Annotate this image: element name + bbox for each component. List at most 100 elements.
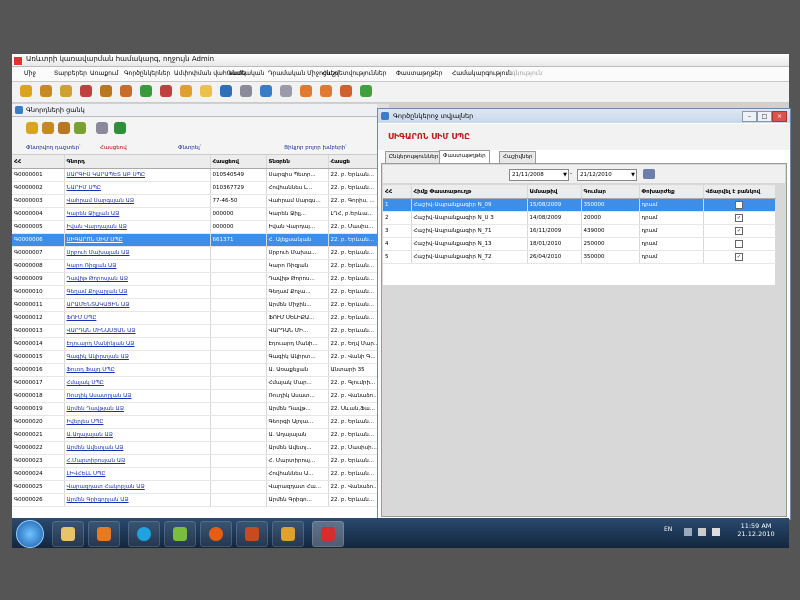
clock[interactable]: 11:59 AM 21.12.2010 [734, 522, 778, 538]
paint-icon[interactable] [272, 521, 304, 547]
menu-item[interactable]: Դաժեական [227, 70, 264, 77]
cell-name[interactable]: Հ.Մարտիրոսյան ԱՁ [64, 454, 211, 468]
paid-checkbox[interactable]: ✓ [735, 226, 743, 235]
table-row[interactable]: Գ0000024 ԼԻՎՀԵԼԼ ՍՊԸ Հովհաննես Ա... 22. բ. … [12, 467, 377, 481]
cell-name[interactable]: ՆԱՐԻՄ ՍՊԸ [64, 181, 211, 195]
column-header[interactable]: Հասցե [328, 155, 377, 169]
menu-item[interactable]: Օգնություն [507, 70, 542, 77]
table-row[interactable]: Գ0000006 ՍԻԳԱՐՈՆ ՍԻՄ ՍՊԸ 661371 Հ. Ալեքսանյ… [12, 233, 377, 247]
cell-name[interactable]: Գագիկ Ակիրտյան ԱՁ [64, 350, 211, 364]
menu-item[interactable]: Տարբերեր [54, 70, 87, 77]
tab-1[interactable]: Փաստաթղթեր [439, 150, 490, 164]
table-row[interactable]: 3 Հաշիվ-Ապրանքագիր N_71 16/11/2009 439000 դր… [383, 224, 776, 238]
column-header[interactable]: ՀՀ [12, 155, 65, 169]
menu-item[interactable]: Առաքում [90, 70, 118, 77]
truck-icon[interactable] [300, 85, 312, 97]
globe-icon[interactable] [260, 85, 272, 97]
cell-name[interactable]: Արմեն Դավթյան ԱՁ [64, 402, 211, 416]
cell-name[interactable]: Կարո Ռիզյան ԱՁ [64, 259, 211, 273]
image-icon[interactable] [200, 85, 212, 97]
cell-name[interactable]: Իվան Վարդայան ԱՁ [64, 220, 211, 234]
table-row[interactable]: Գ0000017 Հմայակ ՍՊԸ Հմայակ Մար... 22. բ. Գյ… [12, 376, 377, 390]
tab-2[interactable]: Հաշիվներ [499, 151, 537, 163]
excel-icon[interactable] [114, 122, 126, 134]
table-row[interactable]: 1 Հաշիվ-Ապրանքագիր N_09 15/08/2009 350000 դր… [383, 198, 776, 212]
table-row[interactable]: Գ0000007 Սրբուհ Մախայան ԱՁ Սրբուհ Մախա... 2… [12, 246, 377, 260]
print-icon[interactable] [96, 122, 108, 134]
column-header[interactable]: Տնօրեն [266, 155, 329, 169]
table-row[interactable]: Գ0000008 Կարո Ռիզյան ԱՁ Կարո Ռիզյան 22. բ. … [12, 259, 377, 273]
column-header[interactable]: Հասցեով [210, 155, 267, 169]
folder-icon[interactable] [20, 85, 32, 97]
maximize-button[interactable]: □ [757, 111, 772, 122]
delete-icon[interactable] [58, 122, 70, 134]
paid-checkbox[interactable]: ✓ [735, 252, 743, 261]
folder-icon[interactable] [120, 85, 132, 97]
edit-icon[interactable] [42, 122, 54, 134]
language-indicator[interactable]: EN [664, 526, 672, 533]
table-row[interactable]: Գ0000021 Ա.Աղայայան ԱՁ Ա. Աղայայան 22. բ. Ե… [12, 428, 377, 442]
table-row[interactable]: Գ0000003 Վահրամ Սարգսյան ԱՁ 77-46-50 Վահրամ… [12, 194, 377, 208]
table-row[interactable]: Գ0000026 Արմեն Գրիգորյան ԱՁ Արմեն Գրիգո...… [12, 493, 377, 507]
folder-icon[interactable] [80, 85, 92, 97]
table-row[interactable]: Գ0000016 Ֆուռդ Ֆայդ ՍՊԸ Ա. Առաքելյան Անտարի… [12, 363, 377, 377]
table-row[interactable]: Գ0000013 ՎԱՐԴԱՆ ՄԻՆԱՍՅԱՆ ԱՁ ՎԱՐԴԱՆ ՄԻ... 22… [12, 324, 377, 338]
table-row[interactable]: Գ0000022 Արմեն Ավետյան ԱՁ Արմեն Ավետյ... 22… [12, 441, 377, 455]
date-to-picker[interactable]: 21/12/2010 ▼ [577, 169, 637, 181]
tray-volume-icon[interactable] [712, 528, 720, 536]
group-filter[interactable]: Ցիկլոր բոլոր խմբերի՝ [284, 145, 347, 151]
explorer-icon[interactable] [52, 521, 84, 547]
table-row[interactable]: Գ0000020 Իվերլես ՍՊԸ Գեորգի Ալոյա... 22. բ.… [12, 415, 377, 429]
search-fields-label[interactable]: Փնտրվող դաշտեր՝ [26, 145, 80, 151]
table-row[interactable]: Գ0000002 ՆԱՐԻՄ ՍՊԸ 010367729 Հովհաննես Լ...… [12, 181, 377, 195]
table-row[interactable]: Գ0000004 Կարեն Ջիլլյան ԱՁ 000000 Կարեն Ջիլլ… [12, 207, 377, 221]
folder-icon[interactable] [100, 85, 112, 97]
folder-icon[interactable] [60, 85, 72, 97]
folder-icon[interactable] [40, 85, 52, 97]
tray-network-icon[interactable] [698, 528, 706, 536]
cell-name[interactable]: Ա.Աղայայան ԱՁ [64, 428, 211, 442]
column-header[interactable]: Ամսաթիվ [527, 185, 582, 199]
menu-item[interactable]: Համակարգություն [452, 70, 512, 77]
paid-checkbox[interactable]: ✓ [735, 200, 743, 209]
cell-name[interactable]: Վահրամ Սարգսյան ԱՁ [64, 194, 211, 208]
date-from-picker[interactable]: 21/11/2008 ▼ [509, 169, 569, 181]
paid-checkbox[interactable]: ✓ [735, 213, 743, 222]
table-row[interactable]: Գ0000025 Վարազդատ Հակոբյան ԱՁ Վարազդատ Հա.… [12, 480, 377, 494]
table-row[interactable]: 2 Հաշիվ-Ապրանքագիր N_Ս 3 14/08/2009 20000 դր… [383, 211, 776, 225]
table-row[interactable]: Գ0000001 ՍԱՐԳԻՍ ԿԱՐԱՊԵՏ ԱԲ ՍՊԸ 010540549 Սա… [12, 168, 377, 182]
tray-flag-icon[interactable] [684, 528, 692, 536]
paid-checkbox[interactable] [735, 239, 743, 248]
cell-name[interactable]: ՎԱՐԴԱՆ ՄԻՆԱՍՅԱՆ ԱՁ [64, 324, 211, 338]
cell-name[interactable]: ԱՐԱՄԵՆՏԱԿԱՅԻՆ ԱՁ [64, 298, 211, 312]
column-header[interactable]: Հիմք Փաստաթուղթ [411, 185, 528, 199]
column-header[interactable]: Գնորդ [64, 155, 211, 169]
cell-name[interactable]: Ռուդիկ Ասատրյան ԱՁ [64, 389, 211, 403]
binoculars-icon[interactable] [643, 169, 655, 179]
cell-name[interactable]: ՍԻԳԱՐՈՆ ՍԻՄ ՍՊԸ [64, 233, 211, 247]
table-row[interactable]: Գ0000009 Դավիթ Թորոսյան ԱՁ Դավիթ Թորոս... 2… [12, 272, 377, 286]
cell-name[interactable]: Ֆուռդ Ֆայդ ՍՊԸ [64, 363, 211, 377]
skype-icon[interactable] [128, 521, 160, 547]
cell-name[interactable]: Իվերլես ՍՊԸ [64, 415, 211, 429]
cell-name[interactable]: Սրբուհ Մախայան ԱՁ [64, 246, 211, 260]
cell-name[interactable]: Էդուարդ Մանինյան ԱՁ [64, 337, 211, 351]
minimize-button[interactable]: – [742, 111, 757, 122]
table-row[interactable]: Գ0000014 Էդուարդ Մանինյան ԱՁ Էդուարդ Մանի.… [12, 337, 377, 351]
cell-name[interactable]: ՍԱՐԳԻՍ ԿԱՐԱՊԵՏ ԱԲ ՍՊԸ [64, 168, 211, 182]
cell-name[interactable]: Հմայակ ՍՊԸ [64, 376, 211, 390]
cell-name[interactable]: Արմեն Գրիգորյան ԱՁ [64, 493, 211, 507]
add-icon[interactable] [26, 122, 38, 134]
truck-icon[interactable] [340, 85, 352, 97]
close-button[interactable]: × [772, 111, 787, 122]
chart-icon[interactable] [160, 85, 172, 97]
cell-name[interactable]: ՖՈՒՄ ՍՊԸ [64, 311, 211, 325]
menu-item[interactable]: Գործընկերներ [124, 70, 170, 77]
search-field-select[interactable]: Հասցեով [100, 145, 127, 151]
table-row[interactable]: Գ0000011 ԱՐԱՄԵՆՏԱԿԱՅԻՆ ԱՁ Արմեն Միջին... 22… [12, 298, 377, 312]
cell-name[interactable]: Գեղամ Քոչարյան ԱՁ [64, 285, 211, 299]
table-row[interactable]: Գ0000018 Ռուդիկ Ասատրյան ԱՁ Ռուդիկ Ասատ...… [12, 389, 377, 403]
cell-name[interactable]: Դավիթ Թորոսյան ԱՁ [64, 272, 211, 286]
table-row[interactable]: Գ0000023 Հ.Մարտիրոսյան ԱՁ Հ. Մարտիրոսյ... 2… [12, 454, 377, 468]
table-row[interactable]: Գ0000012 ՖՈՒՄ ՍՊԸ ՖՈՒՄ ՍԵԼԻՔԱ... 22. բ. Երև… [12, 311, 377, 325]
